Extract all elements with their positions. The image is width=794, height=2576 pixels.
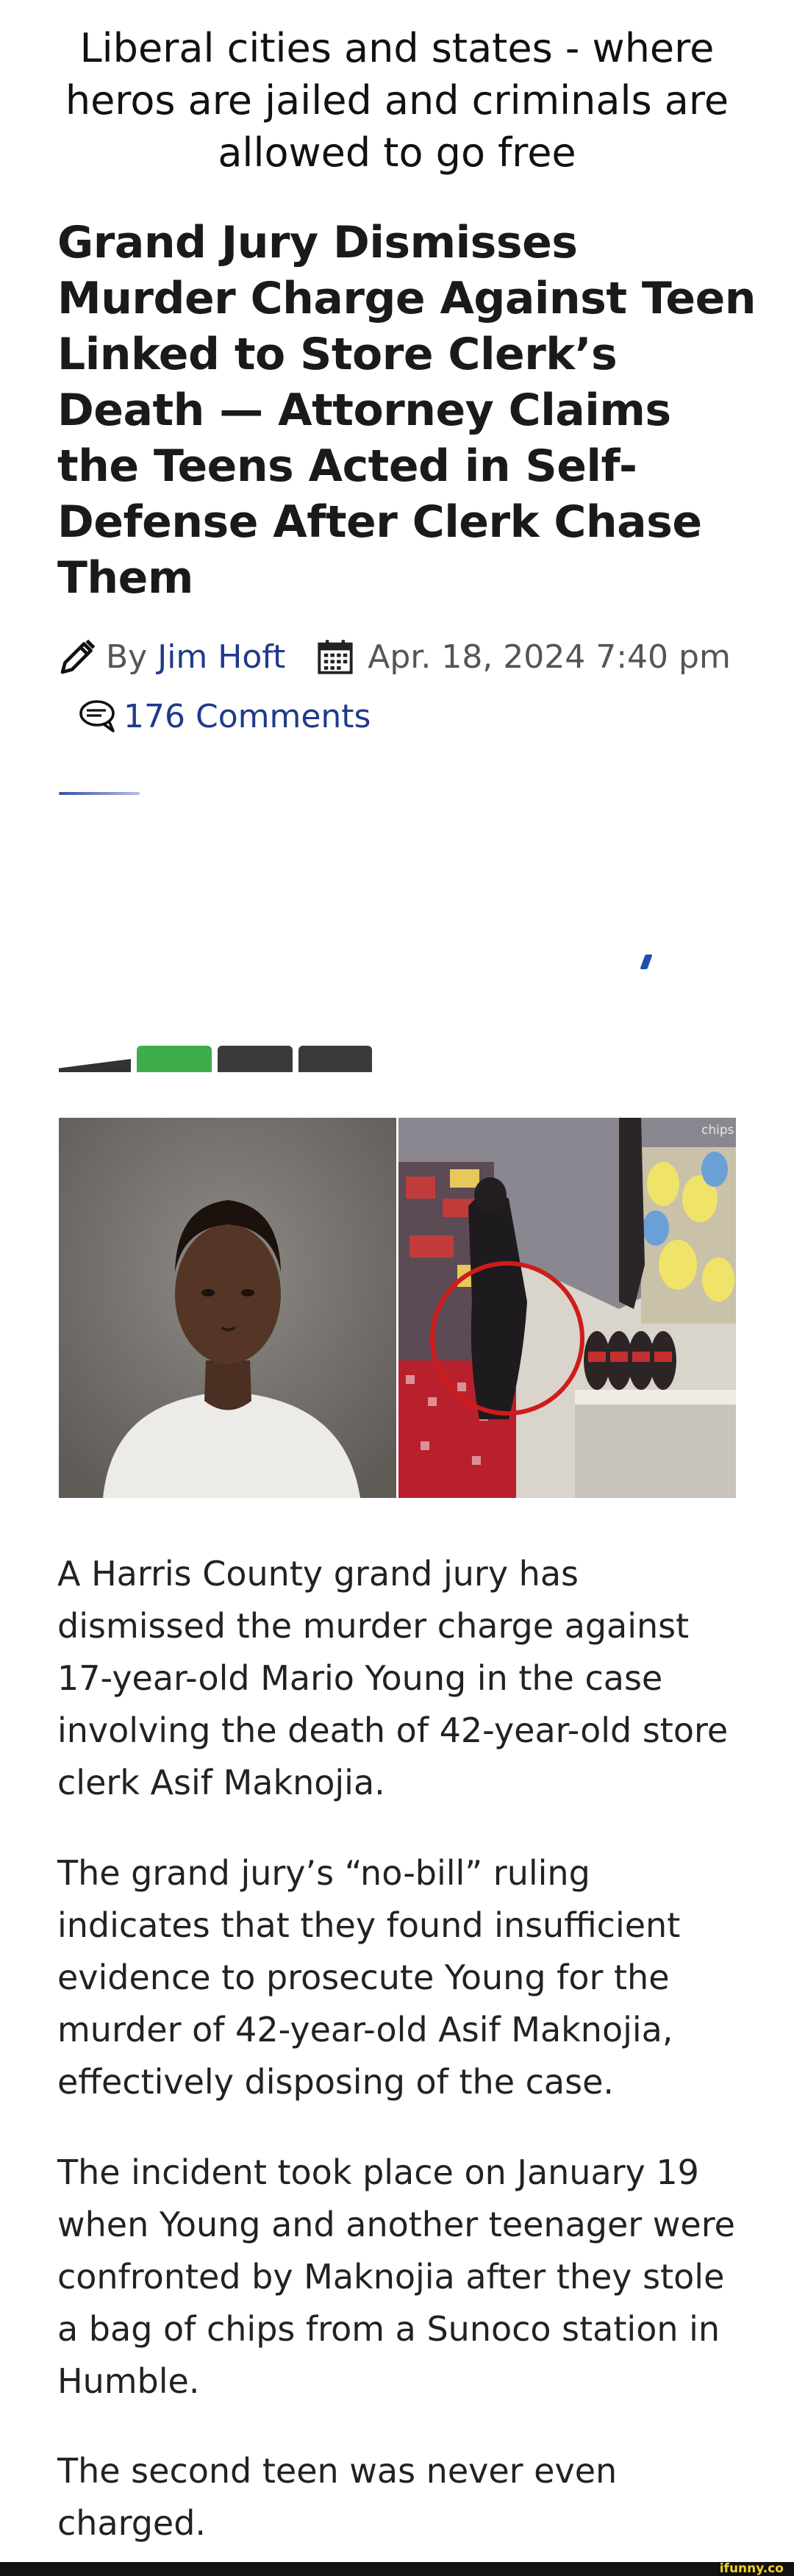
comments-link[interactable]: 176 Comments <box>78 693 371 740</box>
article-headline: Grand Jury Dismisses Murder Charge Again… <box>57 217 757 604</box>
ad-placeholder-line <box>59 792 140 795</box>
store-surveillance-photo: chips <box>398 1118 736 1498</box>
byline-prefix: By <box>106 638 148 676</box>
author-link[interactable]: Jim Hoft <box>157 638 285 676</box>
publish-date: Apr. 18, 2024 7:40 pm <box>368 638 731 676</box>
mugshot-photo <box>59 1118 396 1498</box>
share-tab[interactable] <box>218 1046 293 1072</box>
ad-placeholder-mark <box>640 955 653 969</box>
ifunny-watermark: ifunny.co <box>719 2561 784 2576</box>
meme-caption: Liberal cities and states - where heros … <box>65 25 729 176</box>
share-bar <box>59 1046 372 1072</box>
article-paragraph-2: The grand jury’s “no-bill” ruling indica… <box>57 1853 681 2102</box>
comment-bubble-icon <box>79 700 115 732</box>
share-tab[interactable] <box>137 1046 212 1072</box>
article-paragraph-3: The incident took place on January 19 wh… <box>57 2152 735 2401</box>
share-tab[interactable] <box>298 1046 372 1072</box>
footer-bar: ifunny.co <box>0 2561 794 2576</box>
article-paragraph-4: The second teen was never even charged. <box>57 2451 618 2543</box>
byline: By Jim Hoft Apr. 18, 2024 7:40 pm <box>57 631 731 682</box>
article-paragraph-1: A Harris County grand jury has dismissed… <box>57 1554 729 1802</box>
pencil-icon <box>60 639 96 674</box>
comments-count[interactable]: 176 Comments <box>124 698 371 735</box>
share-tab[interactable] <box>59 1059 131 1072</box>
calendar-icon <box>318 640 353 674</box>
photo-watermark: chips <box>701 1123 734 1138</box>
